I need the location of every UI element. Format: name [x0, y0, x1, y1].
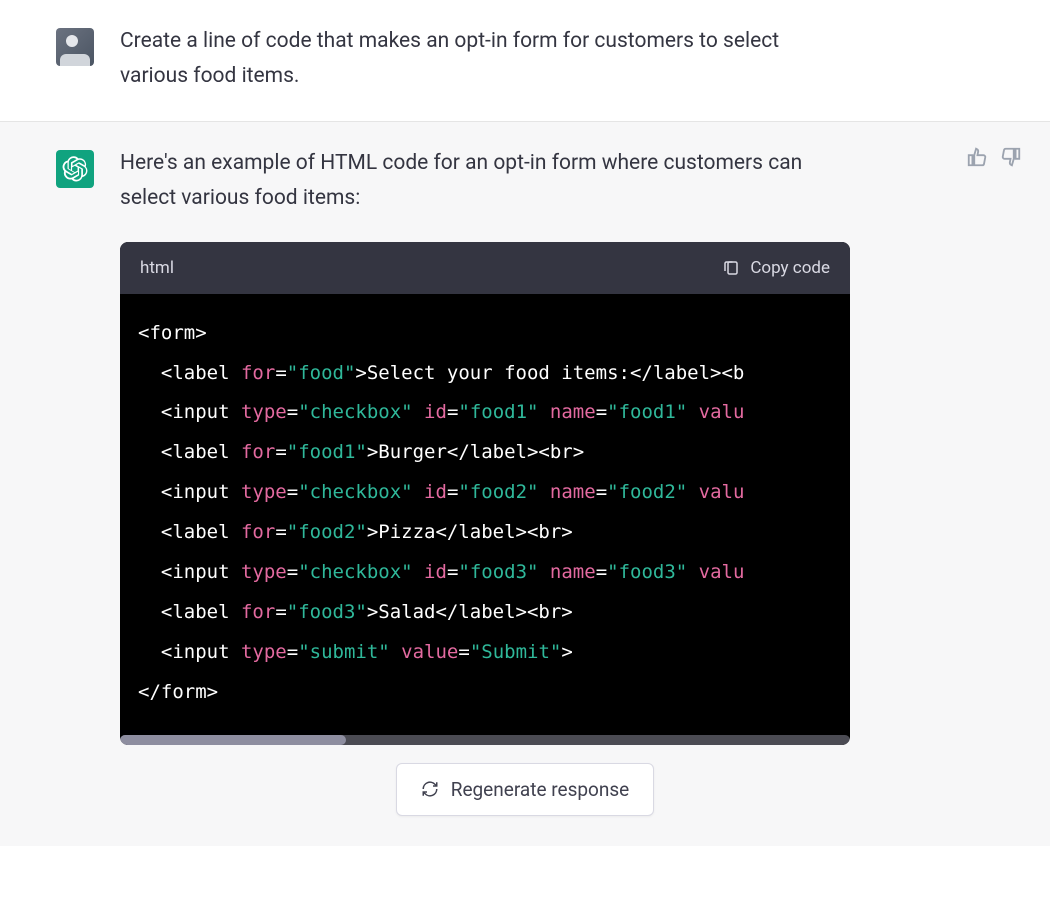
user-message-row: Create a line of code that makes an opt-…: [0, 0, 1050, 122]
code-token: for: [241, 441, 275, 463]
assistant-message-content: Here's an example of HTML code for an op…: [120, 146, 910, 744]
thumbs-down-button[interactable]: [1000, 146, 1022, 168]
code-token: >Burger</label><br>: [367, 441, 584, 463]
code-body[interactable]: <form> <label for="food">Select your foo…: [120, 294, 850, 735]
assistant-avatar: [56, 150, 94, 188]
code-token: type: [241, 481, 287, 503]
code-token: </form>: [138, 681, 218, 703]
scrollbar-thumb[interactable]: [120, 735, 346, 745]
code-token: "food": [287, 362, 356, 384]
code-language-label: html: [140, 254, 174, 282]
user-message-text: Create a line of code that makes an opt-…: [120, 24, 910, 93]
code-token: <input: [161, 561, 230, 583]
copy-code-button[interactable]: Copy code: [722, 254, 830, 282]
code-token: name: [550, 481, 596, 503]
code-token: "food3": [607, 561, 687, 583]
code-token: <input: [161, 481, 230, 503]
code-token: <label: [161, 362, 230, 384]
code-token: type: [241, 641, 287, 663]
code-token: "food2": [607, 481, 687, 503]
code-token: >Salad</label><br>: [367, 601, 573, 623]
code-token: for: [241, 601, 275, 623]
code-token: <form>: [138, 322, 207, 344]
code-token: <label: [161, 441, 230, 463]
code-token: id: [424, 401, 447, 423]
code-token: valu: [699, 561, 745, 583]
clipboard-icon: [722, 259, 740, 277]
chat-area: Create a line of code that makes an opt-…: [0, 0, 1050, 846]
code-token: type: [241, 561, 287, 583]
code-token: "food1": [458, 401, 538, 423]
code-token: name: [550, 561, 596, 583]
code-token: "Submit": [470, 641, 562, 663]
openai-logo-icon: [62, 156, 88, 182]
horizontal-scrollbar[interactable]: [120, 735, 850, 745]
code-token: <label: [161, 521, 230, 543]
code-token: "checkbox": [298, 401, 412, 423]
code-token: for: [241, 362, 275, 384]
code-token: "food3": [458, 561, 538, 583]
code-token: id: [424, 561, 447, 583]
code-token: "food1": [607, 401, 687, 423]
code-token: <input: [161, 641, 230, 663]
code-token: "food2": [458, 481, 538, 503]
code-token: >Pizza</label><br>: [367, 521, 573, 543]
assistant-message-row: Here's an example of HTML code for an op…: [0, 122, 1050, 772]
regenerate-wrap: Regenerate response: [0, 763, 1050, 846]
thumbs-up-icon: [966, 146, 988, 168]
code-token: valu: [699, 401, 745, 423]
code-token: <label: [161, 601, 230, 623]
regenerate-label: Regenerate response: [451, 778, 630, 801]
assistant-intro-text: Here's an example of HTML code for an op…: [120, 151, 802, 210]
user-avatar: [56, 28, 94, 66]
code-token: "submit": [298, 641, 390, 663]
copy-code-label: Copy code: [750, 254, 830, 282]
code-token: "checkbox": [298, 561, 412, 583]
code-token: "food1": [287, 441, 367, 463]
regenerate-response-button[interactable]: Regenerate response: [396, 763, 655, 816]
code-token: type: [241, 401, 287, 423]
code-token: >: [561, 641, 572, 663]
code-token: value: [401, 641, 458, 663]
code-token: >Select your food items:</label><b: [355, 362, 744, 384]
code-token: name: [550, 401, 596, 423]
code-token: "checkbox": [298, 481, 412, 503]
code-block: html Copy code <form> <label for="food">…: [120, 242, 850, 745]
feedback-buttons: [966, 146, 1022, 168]
code-token: "food2": [287, 521, 367, 543]
code-token: id: [424, 481, 447, 503]
refresh-icon: [421, 780, 439, 798]
thumbs-down-icon: [1000, 146, 1022, 168]
code-token: valu: [699, 481, 745, 503]
code-token: for: [241, 521, 275, 543]
code-header: html Copy code: [120, 242, 850, 294]
thumbs-up-button[interactable]: [966, 146, 988, 168]
code-token: <input: [161, 401, 230, 423]
code-token: "food3": [287, 601, 367, 623]
